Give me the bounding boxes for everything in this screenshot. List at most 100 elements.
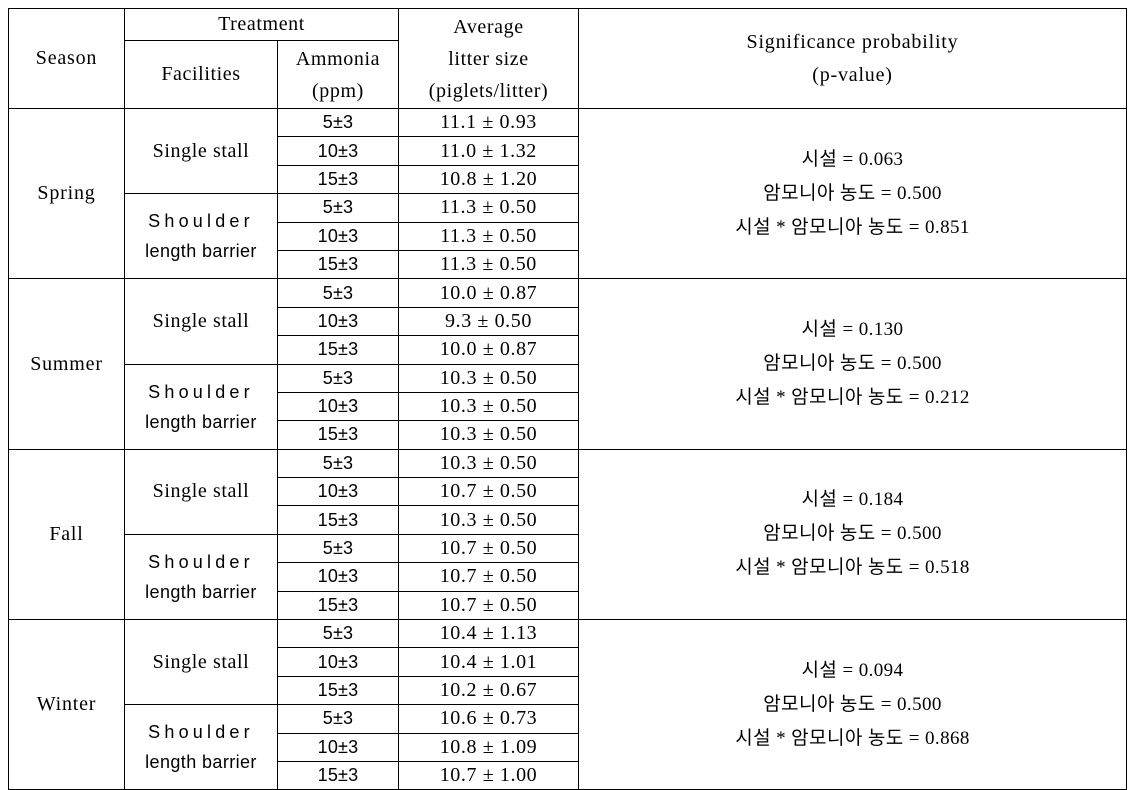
litter-size-cell: 10.7 ± 0.50	[398, 533, 579, 564]
ammonia-cell: 15±3	[277, 420, 399, 450]
ammonia-cell: 15±3	[277, 675, 399, 706]
ammonia-cell: 5±3	[277, 533, 399, 564]
ammonia-cell: 15±3	[277, 590, 399, 621]
significance-line-1: 시설 = 0.130	[801, 319, 904, 341]
ammonia-cell: 15±3	[277, 505, 399, 535]
header-average-litter-size: Average litter size (piglets/litter)	[398, 8, 579, 109]
significance-line-3: 시설 * 암모니아 농도 = 0.851	[735, 216, 970, 238]
litter-size-cell: 10.0 ± 0.87	[398, 278, 579, 308]
significance-cell: 시설 = 0.094 암모니아 농도 = 0.500 시설 * 암모니아 농도 = …	[578, 619, 1127, 790]
litter-size-cell: 10.7 ± 0.50	[398, 590, 579, 621]
significance-line-2: 암모니아 농도 = 0.500	[763, 523, 942, 545]
facility-label-line1: Shoulder	[148, 211, 254, 232]
table-body: Spring Single stall 5±3 11.1 ± 0.93 시설 = 0.0…	[8, 107, 1127, 790]
facility-label-line1: Shoulder	[148, 722, 254, 743]
header-significance-line1: Significance probability	[746, 30, 959, 53]
facility-label-line2: length barrier	[145, 752, 257, 773]
header-ammonia-line1: Ammonia	[295, 47, 381, 70]
significance-line-1: 시설 = 0.063	[801, 148, 904, 170]
litter-size-cell: 11.3 ± 0.50	[398, 193, 579, 223]
ammonia-cell: 5±3	[277, 278, 399, 308]
litter-size-cell: 9.3 ± 0.50	[398, 306, 579, 337]
header-row-top: Season Treatment Average litter size (pi…	[8, 8, 1127, 109]
season-cell: Fall	[8, 448, 125, 621]
litter-size-cell: 10.6 ± 0.73	[398, 704, 579, 734]
litter-size-cell: 10.8 ± 1.09	[398, 732, 579, 762]
significance-line-2: 암모니아 농도 = 0.500	[763, 182, 942, 204]
ammonia-cell: 15±3	[277, 249, 399, 280]
significance-cell: 시설 = 0.130 암모니아 농도 = 0.500 시설 * 암모니아 농도 = …	[578, 278, 1127, 450]
litter-size-cell: 10.3 ± 0.50	[398, 391, 579, 422]
significance-line-3: 시설 * 암모니아 농도 = 0.868	[735, 727, 970, 749]
header-significance-line2: (p-value)	[812, 63, 893, 86]
litter-size-cell: 10.3 ± 0.50	[398, 505, 579, 535]
litter-size-cell: 10.3 ± 0.50	[398, 448, 579, 479]
facility-cell: Shoulder length barrier	[124, 363, 278, 450]
header-ammonia: Ammonia (ppm)	[277, 40, 399, 109]
table-row: Winter Single stall 5±3 10.4 ± 1.13 시설 = 0.0…	[8, 619, 1127, 790]
ammonia-cell: 15±3	[277, 335, 399, 365]
ammonia-cell: 15±3	[277, 164, 399, 195]
significance-line-2: 암모니아 농도 = 0.500	[763, 353, 942, 375]
season-cell: Summer	[8, 278, 125, 450]
header-average-line2: litter size	[448, 47, 529, 70]
header-significance-probability: Significance probability (p-value)	[578, 8, 1127, 109]
litter-size-cell: 11.0 ± 1.32	[398, 136, 579, 166]
header-average-line3: (piglets/litter)	[428, 79, 549, 102]
litter-size-cell: 11.3 ± 0.50	[398, 249, 579, 280]
litter-size-cell: 10.2 ± 0.67	[398, 675, 579, 706]
header-average-line1: Average	[453, 15, 524, 38]
significance-line-3: 시설 * 암모니아 농도 = 0.212	[735, 387, 970, 409]
litter-size-cell: 10.7 ± 0.50	[398, 477, 579, 507]
litter-size-cell: 10.0 ± 0.87	[398, 335, 579, 365]
table-row: Spring Single stall 5±3 11.1 ± 0.93 시설 = 0.0…	[8, 107, 1127, 280]
facility-cell: Single stall	[124, 619, 278, 706]
litter-size-cell: 10.4 ± 1.13	[398, 619, 579, 649]
ammonia-cell: 10±3	[277, 136, 399, 166]
significance-cell: 시설 = 0.063 암모니아 농도 = 0.500 시설 * 암모니아 농도 = …	[578, 107, 1127, 280]
ammonia-cell: 5±3	[277, 448, 399, 479]
season-cell: Spring	[8, 107, 125, 280]
ammonia-cell: 10±3	[277, 732, 399, 762]
ammonia-cell: 5±3	[277, 193, 399, 223]
facility-cell: Shoulder length barrier	[124, 704, 278, 790]
facility-label-line1: Shoulder	[148, 381, 254, 402]
header-ammonia-line2: (ppm)	[312, 79, 364, 102]
facility-label-line2: length barrier	[145, 241, 257, 262]
ammonia-cell: 5±3	[277, 107, 399, 138]
litter-size-cell: 11.1 ± 0.93	[398, 107, 579, 138]
header-treatment: Treatment	[124, 8, 399, 41]
table-head: Season Treatment Average litter size (pi…	[8, 8, 1127, 109]
significance-line-1: 시설 = 0.094	[801, 659, 904, 681]
litter-size-cell: 10.3 ± 0.50	[398, 420, 579, 450]
litter-size-cell: 10.3 ± 0.50	[398, 363, 579, 393]
header-facilities: Facilities	[124, 40, 278, 109]
results-table: Season Treatment Average litter size (pi…	[8, 8, 1127, 790]
ammonia-cell: 5±3	[277, 704, 399, 734]
facility-cell: Single stall	[124, 107, 278, 195]
ammonia-cell: 10±3	[277, 306, 399, 337]
significance-cell: 시설 = 0.184 암모니아 농도 = 0.500 시설 * 암모니아 농도 = …	[578, 448, 1127, 621]
litter-size-cell: 10.7 ± 0.50	[398, 562, 579, 592]
significance-line-2: 암모니아 농도 = 0.500	[763, 693, 942, 715]
ammonia-cell: 5±3	[277, 363, 399, 393]
facility-label-line2: length barrier	[145, 411, 257, 432]
ammonia-cell: 5±3	[277, 619, 399, 649]
ammonia-cell: 10±3	[277, 391, 399, 422]
litter-size-cell: 10.8 ± 1.20	[398, 164, 579, 195]
facility-cell: Single stall	[124, 448, 278, 535]
facility-cell: Shoulder length barrier	[124, 193, 278, 280]
litter-size-cell: 10.4 ± 1.01	[398, 647, 579, 677]
ammonia-cell: 10±3	[277, 647, 399, 677]
litter-size-cell: 11.3 ± 0.50	[398, 221, 579, 251]
facility-label-line1: Shoulder	[148, 551, 254, 572]
header-season: Season	[8, 8, 125, 109]
ammonia-cell: 10±3	[277, 477, 399, 507]
facility-label-line2: length barrier	[145, 581, 257, 602]
page-canvas: Season Treatment Average litter size (pi…	[0, 0, 1135, 790]
ammonia-cell: 10±3	[277, 221, 399, 251]
season-cell: Winter	[8, 619, 125, 790]
facility-cell: Shoulder length barrier	[124, 533, 278, 621]
significance-line-3: 시설 * 암모니아 농도 = 0.518	[735, 557, 970, 579]
significance-line-1: 시설 = 0.184	[801, 489, 904, 511]
